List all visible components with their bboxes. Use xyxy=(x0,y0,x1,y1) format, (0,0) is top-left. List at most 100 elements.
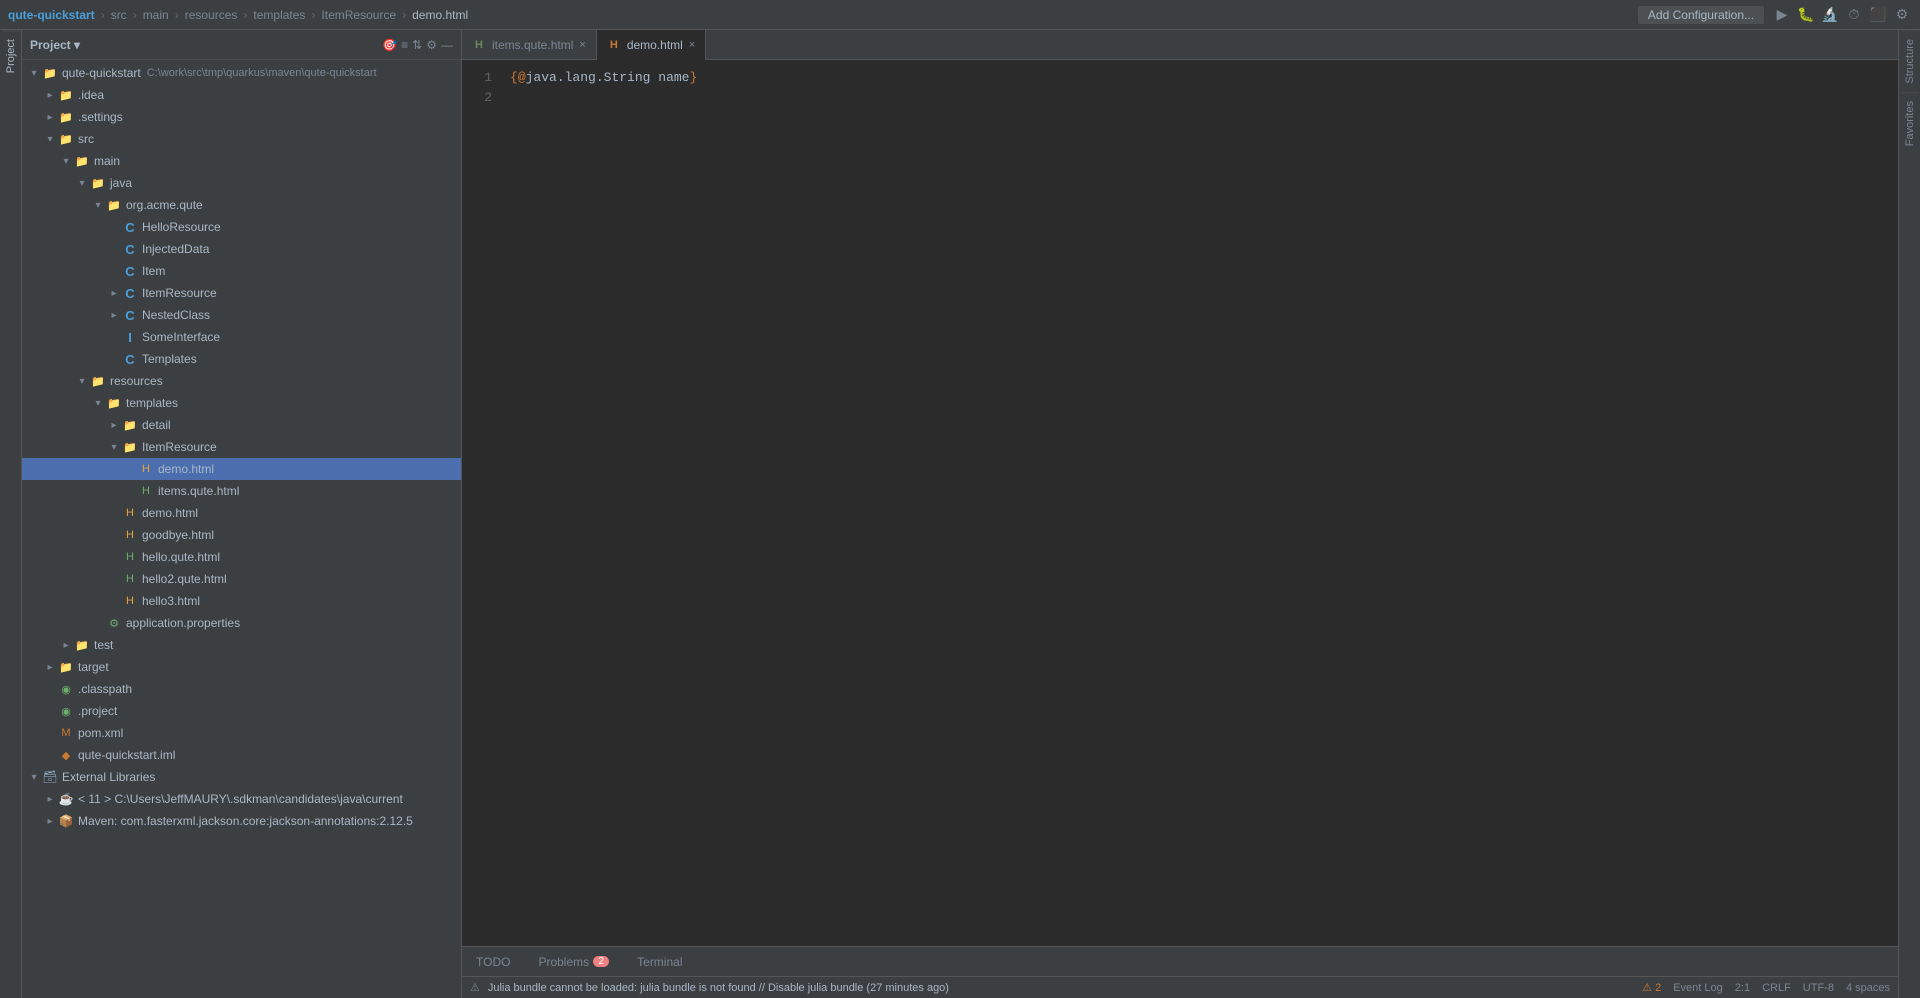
tree-maven-jar[interactable]: 📦 Maven: com.fasterxml.jackson.core:jack… xyxy=(22,810,461,832)
goodbye-label: goodbye.html xyxy=(142,528,214,542)
indent[interactable]: 4 spaces xyxy=(1846,982,1890,994)
main-arrow xyxy=(58,153,74,169)
path-src: src xyxy=(111,8,127,22)
sort-icon[interactable]: ⇅ xyxy=(412,38,422,52)
problems-label: Problems xyxy=(538,955,589,969)
java-icon: 📁 xyxy=(90,175,106,191)
tree-injected-data[interactable]: C InjectedData xyxy=(22,238,461,260)
tree-external-libs[interactable]: 🗃 External Libraries xyxy=(22,766,461,788)
collapse-all-icon[interactable]: ≡ xyxy=(401,38,408,52)
tree-java[interactable]: 📁 java xyxy=(22,172,461,194)
tree-app-props[interactable]: ⚙ application.properties xyxy=(22,612,461,634)
tree-detail[interactable]: 📁 detail xyxy=(22,414,461,436)
event-log-label[interactable]: Event Log xyxy=(1673,982,1723,994)
tree-goodbye-html[interactable]: H goodbye.html xyxy=(22,524,461,546)
encoding[interactable]: UTF-8 xyxy=(1803,982,1834,994)
tree-templates-folder[interactable]: 📁 templates xyxy=(22,392,461,414)
tab-demo-html-icon: H xyxy=(607,38,621,52)
line-num-1: 1 xyxy=(462,68,492,88)
nested-class-label: NestedClass xyxy=(142,308,210,322)
stop-icon[interactable]: ⬛ xyxy=(1868,5,1888,25)
structure-tab[interactable]: Structure xyxy=(1901,30,1919,92)
tree-demo-html-root[interactable]: H demo.html xyxy=(22,502,461,524)
resources-icon: 📁 xyxy=(90,373,106,389)
active-file: demo.html xyxy=(412,8,468,22)
editor-area[interactable]: 1 2 {@java.lang.String name} xyxy=(462,60,1898,946)
tab-demo-html-label: demo.html xyxy=(627,38,683,52)
tree-classpath[interactable]: ◉ .classpath xyxy=(22,678,461,700)
src-icon: 📁 xyxy=(58,131,74,147)
templates-folder-label: templates xyxy=(126,396,178,410)
event-log-badge: ⚠ 2 xyxy=(1642,981,1661,994)
problems-tab[interactable]: Problems 2 xyxy=(532,953,615,971)
tree-resources[interactable]: 📁 resources xyxy=(22,370,461,392)
org-arrow xyxy=(90,197,106,213)
itemresource-folder-icon: 📁 xyxy=(122,439,138,455)
terminal-tab[interactable]: Terminal xyxy=(631,953,688,971)
settings-icon[interactable]: ⚙ xyxy=(426,38,437,52)
tree-project-file[interactable]: ◉ .project xyxy=(22,700,461,722)
coverage-icon[interactable]: 🔬 xyxy=(1820,5,1840,25)
editor-content[interactable]: {@java.lang.String name} xyxy=(502,60,1898,946)
tree-src[interactable]: 📁 src xyxy=(22,128,461,150)
java-label: java xyxy=(110,176,132,190)
tab-demo-html[interactable]: H demo.html × xyxy=(597,30,706,60)
injected-data-label: InjectedData xyxy=(142,242,209,256)
tree-test[interactable]: 📁 test xyxy=(22,634,461,656)
brand-label: qute-quickstart xyxy=(8,8,95,22)
status-left: ⚠ Julia bundle cannot be loaded: julia b… xyxy=(470,981,1626,994)
tree-iml[interactable]: ◆ qute-quickstart.iml xyxy=(22,744,461,766)
path-templates: templates xyxy=(253,8,305,22)
tree-hello-resource[interactable]: C HelloResource xyxy=(22,216,461,238)
line-ending[interactable]: CRLF xyxy=(1762,982,1791,994)
tab-items-qute-close[interactable]: × xyxy=(579,39,585,51)
add-configuration-button[interactable]: Add Configuration... xyxy=(1638,6,1764,24)
tree-hello3-html[interactable]: H hello3.html xyxy=(22,590,461,612)
locate-icon[interactable]: 🎯 xyxy=(382,38,397,52)
run-icon[interactable]: ▶ xyxy=(1772,5,1792,25)
tree-hello2-qute[interactable]: H hello2.qute.html xyxy=(22,568,461,590)
hello-qute-label: hello.qute.html xyxy=(142,550,220,564)
close-panel-icon[interactable]: — xyxy=(441,38,453,52)
tree-hello-qute[interactable]: H hello.qute.html xyxy=(22,546,461,568)
favorites-tab[interactable]: Favorites xyxy=(1901,92,1919,154)
src-arrow xyxy=(42,131,58,147)
tree-demo-html-selected[interactable]: H demo.html xyxy=(22,458,461,480)
tree-target[interactable]: 📁 target xyxy=(22,656,461,678)
tree-item[interactable]: C Item xyxy=(22,260,461,282)
tree-item-resource[interactable]: C ItemResource xyxy=(22,282,461,304)
tree-root[interactable]: 📁 qute-quickstart C:\work\src\tmp\quarku… xyxy=(22,62,461,84)
org-label: org.acme.qute xyxy=(126,198,203,212)
debug-icon[interactable]: 🐛 xyxy=(1796,5,1816,25)
tab-demo-html-close[interactable]: × xyxy=(689,39,695,51)
hello-resource-icon: C xyxy=(122,219,138,235)
idea-arrow xyxy=(42,87,58,103)
tab-items-qute[interactable]: H items.qute.html × xyxy=(462,30,597,60)
profile-icon[interactable]: ⏱ xyxy=(1844,5,1864,25)
warning-icon: ⚠ xyxy=(470,981,480,994)
resources-label: resources xyxy=(110,374,163,388)
tree-itemresource-folder[interactable]: 📁 ItemResource xyxy=(22,436,461,458)
tree-items-qute[interactable]: H items.qute.html xyxy=(22,480,461,502)
nested-arrow xyxy=(106,307,122,323)
main-layout: Project Project ▾ 🎯 ≡ ⇅ ⚙ — 📁 qute-quick… xyxy=(0,30,1920,998)
settings-icon[interactable]: ⚙ xyxy=(1892,5,1912,25)
tree-org-acme[interactable]: 📁 org.acme.qute xyxy=(22,194,461,216)
tree-nested-class[interactable]: C NestedClass xyxy=(22,304,461,326)
tree-pom-xml[interactable]: M pom.xml xyxy=(22,722,461,744)
items-qute-icon: H xyxy=(138,483,154,499)
tree-settings[interactable]: 📁 .settings xyxy=(22,106,461,128)
tree-main[interactable]: 📁 main xyxy=(22,150,461,172)
tree-jdk[interactable]: ☕ < 11 > C:\Users\JeffMAURY\.sdkman\cand… xyxy=(22,788,461,810)
main-icon: 📁 xyxy=(74,153,90,169)
classpath-icon: ◉ xyxy=(58,681,74,697)
project-vert-tab[interactable]: Project xyxy=(2,30,20,81)
tree-idea[interactable]: 📁 .idea xyxy=(22,84,461,106)
tree-some-interface[interactable]: I SomeInterface xyxy=(22,326,461,348)
todo-tab[interactable]: TODO xyxy=(470,953,516,971)
nested-class-icon: C xyxy=(122,307,138,323)
tree-templates-class[interactable]: C Templates xyxy=(22,348,461,370)
root-label: qute-quickstart xyxy=(62,66,141,80)
templates-arrow xyxy=(90,395,106,411)
templates-class-icon: C xyxy=(122,351,138,367)
